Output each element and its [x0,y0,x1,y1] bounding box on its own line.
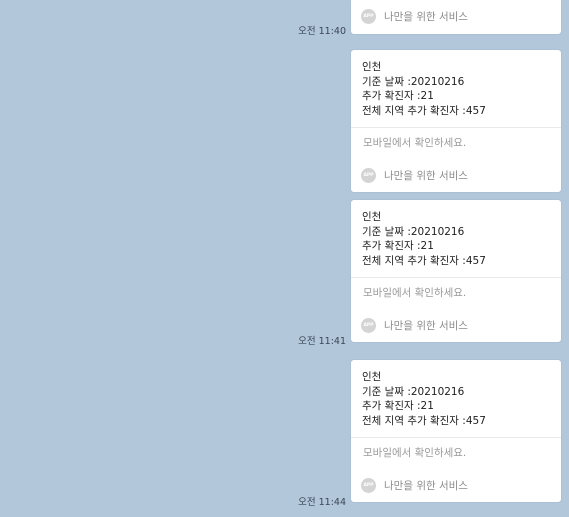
message-line: 추가 확진자 :21 [362,400,434,412]
message-bubble[interactable]: 인천 기준 날짜 :20210216 추가 확진자 :21 전체 지역 추가 확… [351,50,561,192]
footer-label: 나만을 위한 서비스 [384,479,468,492]
app-icon: APP [361,167,376,183]
message-bubble[interactable]: APP 나만을 위한 서비스 [351,0,561,34]
app-icon: APP [361,8,376,24]
app-icon: APP [361,477,376,493]
message-body: 인천 기준 날짜 :20210216 추가 확진자 :21 전체 지역 추가 확… [351,200,561,277]
mobile-note: 모바일에서 확인하세요. [363,287,467,299]
message-line: 전체 지역 추가 확진자 :457 [362,414,486,427]
message-line: 기준 날짜 :20210216 [362,225,465,238]
message-footer[interactable]: APP 나만을 위한 서비스 [351,308,561,342]
message-line: 인천 [362,61,382,73]
message-footer[interactable]: APP 나만을 위한 서비스 [351,468,561,502]
chat-window: APP 나만을 위한 서비스 오전 11:40 인천 기준 날짜 :202102… [0,0,569,517]
message-bubble[interactable]: 인천 기준 날짜 :20210216 추가 확진자 :21 전체 지역 추가 확… [351,200,561,342]
message-footer[interactable]: APP 나만을 위한 서비스 [351,0,561,34]
message-timestamp: 오전 11:41 [298,336,346,347]
footer-label: 나만을 위한 서비스 [384,319,468,332]
footer-label: 나만을 위한 서비스 [384,169,468,182]
message-bubble[interactable]: 인천 기준 날짜 :20210216 추가 확진자 :21 전체 지역 추가 확… [351,360,561,502]
mobile-note: 모바일에서 확인하세요. [363,137,467,149]
mobile-note: 모바일에서 확인하세요. [363,447,467,459]
message-line: 인천 [362,371,382,383]
message-line: 전체 지역 추가 확진자 :457 [362,254,486,267]
message-body: 인천 기준 날짜 :20210216 추가 확진자 :21 전체 지역 추가 확… [351,50,561,127]
message-body: 인천 기준 날짜 :20210216 추가 확진자 :21 전체 지역 추가 확… [351,360,561,437]
footer-label: 나만을 위한 서비스 [384,10,468,23]
message-footer[interactable]: APP 나만을 위한 서비스 [351,158,561,192]
message-line: 추가 확진자 :21 [362,240,434,252]
message-timestamp: 오전 11:40 [298,26,346,37]
message-line: 전체 지역 추가 확진자 :457 [362,104,486,117]
message-line: 인천 [362,211,382,223]
message-line: 기준 날짜 :20210216 [362,75,465,88]
message-line: 추가 확진자 :21 [362,90,434,102]
app-icon: APP [361,317,376,333]
message-timestamp: 오전 11:44 [298,497,346,508]
message-line: 기준 날짜 :20210216 [362,385,465,398]
